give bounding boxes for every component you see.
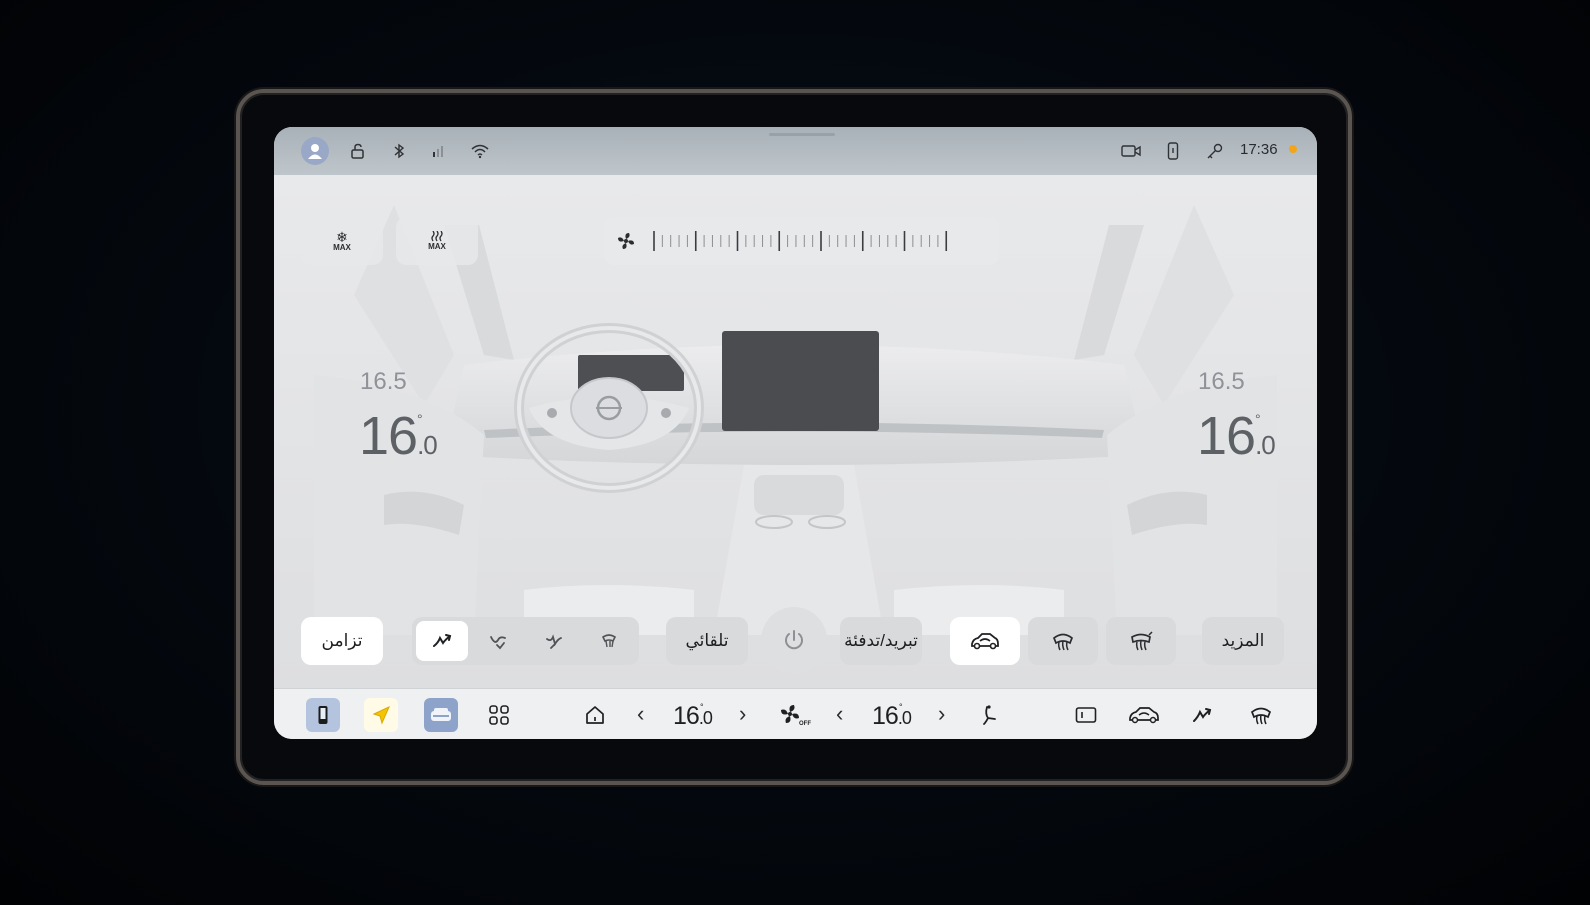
passenger-current-temp[interactable]: 16.0 °	[1197, 405, 1276, 467]
navigation-app-icon[interactable]	[364, 698, 398, 732]
airflow-face-feet-icon	[490, 636, 506, 650]
airflow-defrost-feet-button[interactable]	[583, 621, 635, 661]
fan-speed-track	[618, 231, 948, 251]
driver-degree-symbol: °	[417, 411, 423, 427]
dock-passenger-degree: °	[899, 702, 902, 712]
drag-handle[interactable]	[769, 133, 835, 136]
sync-button[interactable]: تزامن	[301, 617, 383, 665]
fan-speed-slider[interactable]	[604, 217, 999, 265]
screen-toggle-icon[interactable]	[1069, 698, 1103, 732]
apps-grid-icon[interactable]	[482, 698, 516, 732]
power-icon	[785, 630, 803, 650]
driver-temp-decrease[interactable]: ‹	[637, 701, 644, 727]
unlock-icon[interactable]	[346, 139, 370, 163]
dock-passenger-temp-int: 16	[872, 702, 899, 730]
airflow-face-feet-button[interactable]	[472, 621, 524, 661]
passenger-temp-dec: .0	[1255, 430, 1276, 460]
passenger-temp-int: 16	[1197, 406, 1256, 466]
car-recirculation-dock-icon[interactable]	[1124, 698, 1164, 732]
notification-dot[interactable]	[1289, 145, 1297, 153]
defrost-dock-icon[interactable]	[1244, 698, 1278, 732]
signal-icon	[426, 139, 450, 163]
sync-label: تزامن	[321, 631, 363, 650]
seat-heat-icon[interactable]	[972, 698, 1006, 732]
airflow-feet-button[interactable]	[528, 621, 580, 661]
airflow-face-button[interactable]	[416, 621, 468, 661]
passenger-temp-increase[interactable]: ›	[938, 701, 945, 727]
snowflake-icon: ❄	[336, 228, 348, 245]
dock-driver-degree: °	[700, 702, 703, 712]
more-label: المزيد	[1221, 631, 1265, 650]
front-defrost-icon	[1052, 633, 1074, 651]
car-recirculation-icon	[971, 633, 999, 650]
more-button[interactable]: المزيد	[1202, 617, 1284, 665]
max-heat-icon: MAX	[428, 231, 446, 251]
driver-target-temp: 16.5	[360, 368, 407, 395]
rear-defrost-button[interactable]	[1106, 617, 1176, 665]
wifi-icon[interactable]	[468, 139, 492, 163]
airflow-defrost-feet-icon	[601, 634, 617, 648]
infotainment-screen: 17:36 ❄ MAX MAX 16.5 16.0 ° 16.5 16.0 ° …	[274, 127, 1317, 739]
driver-temp-increase[interactable]: ›	[739, 701, 746, 727]
passenger-degree-symbol: °	[1255, 411, 1261, 427]
heat-waves-icon	[431, 231, 443, 242]
front-defrost-button[interactable]	[1028, 617, 1098, 665]
driver-current-temp[interactable]: 16.0 °	[359, 405, 438, 467]
max-cool-icon: ❄ MAX	[333, 228, 351, 252]
max-heat-button[interactable]: MAX	[396, 217, 478, 265]
auto-button[interactable]: تلقائي	[666, 617, 748, 665]
camera-icon[interactable]	[1119, 139, 1143, 163]
cool-heat-label: تبريد/تدفئة	[844, 631, 918, 650]
fan-state-label: OFF	[799, 721, 811, 727]
clock: 17:36	[1240, 141, 1278, 158]
power-button[interactable]	[761, 607, 827, 673]
fan-off-icon: OFF	[781, 705, 811, 727]
max-heat-label: MAX	[428, 242, 446, 251]
phone-icon[interactable]	[1161, 139, 1185, 163]
airflow-feet-icon	[546, 634, 562, 649]
passenger-target-temp: 16.5	[1198, 368, 1245, 395]
avatar-icon[interactable]	[301, 137, 329, 165]
bluetooth-icon[interactable]	[387, 139, 411, 163]
phone-app-icon[interactable]	[306, 698, 340, 732]
dock-driver-temp-int: 16	[673, 702, 700, 730]
key-icon[interactable]	[1203, 139, 1227, 163]
passenger-temp-dock: 16.0 °	[872, 702, 912, 731]
max-cool-button[interactable]: ❄ MAX	[301, 217, 383, 265]
passenger-temp-decrease[interactable]: ‹	[836, 701, 843, 727]
max-cool-label: MAX	[333, 242, 351, 252]
driver-temp-int: 16	[359, 406, 418, 466]
driver-temp-dec: .0	[417, 430, 438, 460]
vehicle-app-icon[interactable]	[424, 698, 458, 732]
airflow-dock-icon[interactable]	[1185, 698, 1219, 732]
airflow-mode-selector	[412, 617, 639, 665]
cool-heat-button[interactable]: تبريد/تدفئة	[840, 617, 922, 665]
bottom-dock: ‹ 16.0 ° › OFF ‹ 16.0 ° ›	[274, 688, 1317, 739]
fan-icon	[618, 233, 634, 249]
recirculation-button[interactable]	[950, 617, 1020, 665]
fan-off-button[interactable]: OFF	[774, 698, 816, 732]
rear-defrost-icon	[1131, 631, 1153, 651]
airflow-face-icon	[433, 634, 452, 647]
auto-label: تلقائي	[685, 631, 729, 650]
home-icon[interactable]	[578, 698, 612, 732]
status-bar: 17:36	[274, 127, 1317, 175]
driver-temp-dock: 16.0 °	[673, 702, 713, 731]
